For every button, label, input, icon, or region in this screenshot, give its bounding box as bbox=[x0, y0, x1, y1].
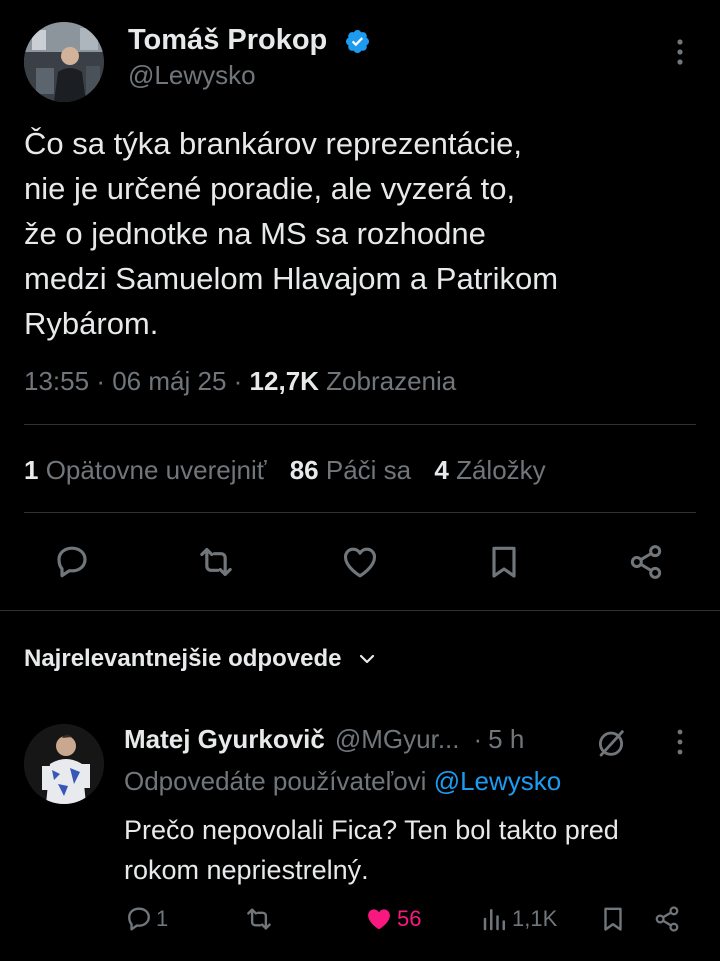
tweet-time[interactable]: 13:55 bbox=[24, 366, 89, 396]
reply-reply-count: 1 bbox=[156, 906, 169, 931]
separator: · bbox=[473, 724, 483, 754]
tweet-text-line: že o jednotke na MS sa rozhodne bbox=[24, 216, 486, 251]
tweet-meta: 13:55 · 06 máj 25 · 12,7K Zobrazenia bbox=[24, 366, 456, 397]
grok-icon[interactable] bbox=[594, 726, 628, 760]
views-label: Zobrazenia bbox=[326, 366, 457, 396]
reply-bookmark-button[interactable] bbox=[598, 904, 628, 934]
reply-header: Matej Gyurkovič @MGyur... · 5 h bbox=[124, 724, 524, 755]
tweet-text-line: Rybárom. bbox=[24, 306, 159, 341]
share-icon bbox=[655, 906, 679, 932]
bookmark-icon bbox=[604, 907, 622, 931]
reposts-label: Opätovne uverejniť bbox=[45, 455, 267, 485]
views-count[interactable]: 12,7K bbox=[250, 366, 319, 396]
tweet-text-line: medzi Samuelom Hlavajom a Patrikom bbox=[24, 261, 559, 296]
reply-author-avatar[interactable] bbox=[24, 724, 104, 804]
replying-to-handle[interactable]: @Lewysko bbox=[434, 766, 562, 796]
reply-author-name[interactable]: Matej Gyurkovič bbox=[124, 724, 325, 755]
reply-like-count: 56 bbox=[397, 906, 422, 931]
bookmarks-label: Záložky bbox=[456, 455, 546, 485]
reply-text-line: Prečo nepovolali Fica? Ten bol takto pre… bbox=[124, 815, 619, 845]
share-button[interactable] bbox=[626, 542, 666, 582]
bookmarks-count: 4 bbox=[434, 455, 449, 485]
comment-icon bbox=[128, 907, 150, 931]
bookmark-icon bbox=[492, 546, 516, 578]
replying-to: Odpovedáte používateľovi @Lewysko bbox=[124, 766, 561, 797]
chevron-down-icon bbox=[357, 649, 377, 669]
reply-time[interactable]: 5 h bbox=[488, 724, 524, 755]
bookmarks-stat[interactable]: 4 Záložky bbox=[434, 455, 545, 485]
reply-views-count: 1,1K bbox=[512, 906, 558, 931]
tweet-stats: 1 Opätovne uverejniť 86 Páči sa 4 Záložk… bbox=[24, 455, 546, 486]
author-name-text: Tomáš Prokop bbox=[128, 24, 328, 56]
reply-author-handle[interactable]: @MGyur... bbox=[335, 724, 460, 755]
separator: · bbox=[233, 366, 243, 396]
tweet-text-line: nie je určené poradie, ale vyzerá to, bbox=[24, 171, 516, 206]
repost-icon bbox=[200, 547, 232, 577]
reply-views-button[interactable]: 1,1K bbox=[480, 904, 557, 934]
repost-button[interactable] bbox=[196, 542, 236, 582]
like-button[interactable] bbox=[340, 542, 380, 582]
reposts-stat[interactable]: 1 Opätovne uverejniť bbox=[24, 455, 274, 485]
reply-repost-button[interactable] bbox=[244, 904, 274, 934]
divider bbox=[0, 610, 720, 611]
author-handle[interactable]: @Lewysko bbox=[128, 60, 256, 91]
comment-icon bbox=[57, 546, 87, 578]
tweet-text: Čo sa týka brankárov reprezentácie, nie … bbox=[24, 121, 558, 346]
reply-avatar-image bbox=[24, 724, 104, 804]
more-vertical-icon[interactable] bbox=[668, 36, 692, 68]
replies-sort-label: Najrelevantnejšie odpovede bbox=[24, 645, 342, 672]
replies-sort-toggle[interactable]: Najrelevantnejšie odpovede bbox=[24, 645, 377, 673]
reply-text-line: rokom nepriestrelný. bbox=[124, 855, 369, 885]
tweet-date[interactable]: 06 máj 25 bbox=[112, 366, 226, 396]
reply-share-button[interactable] bbox=[652, 904, 682, 934]
reply-reply-button[interactable]: 1 bbox=[124, 904, 168, 934]
verified-badge-icon bbox=[344, 28, 371, 55]
likes-count: 86 bbox=[289, 455, 319, 485]
reply-button[interactable] bbox=[52, 542, 92, 582]
tweet-text-line: Čo sa týka brankárov reprezentácie, bbox=[24, 126, 522, 161]
replying-to-prefix: Odpovedáte používateľovi bbox=[124, 766, 427, 796]
author-name[interactable]: Tomáš Prokop bbox=[128, 24, 327, 57]
share-icon bbox=[630, 545, 662, 579]
views-bar-icon bbox=[483, 909, 505, 931]
reply-more-vertical-icon[interactable] bbox=[668, 726, 692, 758]
likes-label: Páči sa bbox=[325, 455, 412, 485]
separator: · bbox=[96, 366, 105, 396]
heart-icon bbox=[368, 909, 390, 930]
heart-icon bbox=[343, 547, 377, 578]
divider bbox=[24, 512, 696, 513]
author-avatar[interactable] bbox=[24, 22, 104, 102]
repost-icon bbox=[247, 908, 271, 930]
reposts-count: 1 bbox=[24, 455, 39, 485]
reply-text: Prečo nepovolali Fica? Ten bol takto pre… bbox=[124, 810, 619, 890]
likes-stat[interactable]: 86 Páči sa bbox=[290, 455, 419, 485]
divider bbox=[24, 424, 696, 425]
bookmark-button[interactable] bbox=[484, 542, 524, 582]
reply-like-button[interactable]: 56 bbox=[364, 904, 421, 934]
author-avatar-image bbox=[24, 22, 104, 102]
